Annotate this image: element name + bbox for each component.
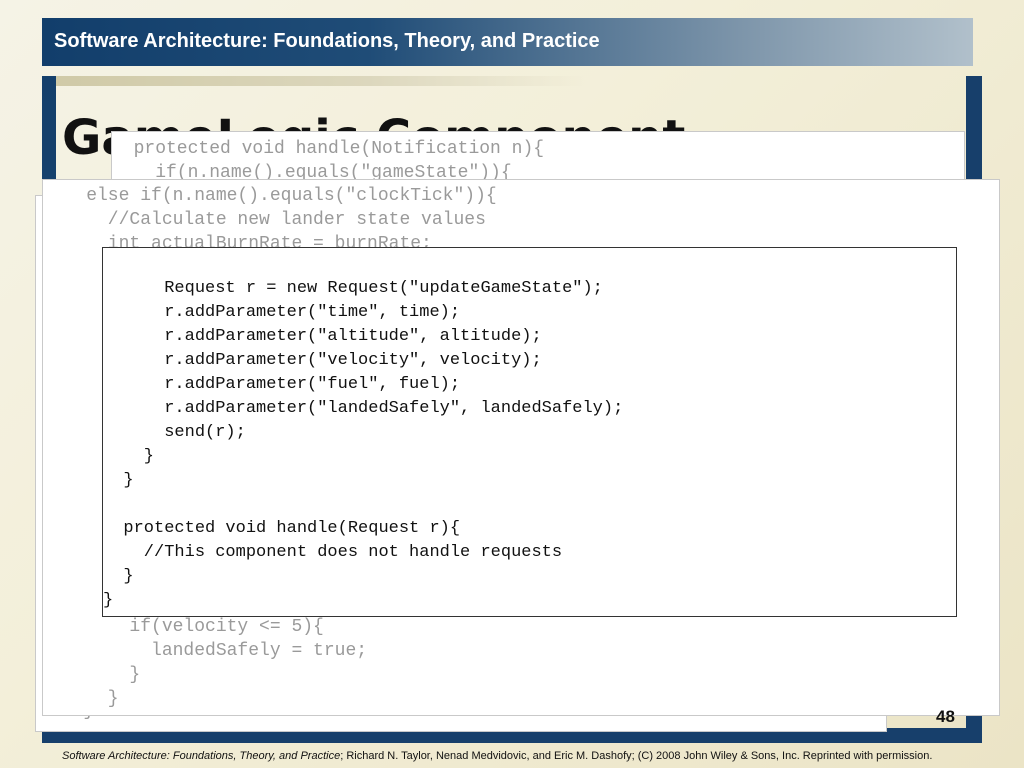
code-line: protected void handle(Notification n){	[112, 139, 545, 159]
code-line: r.addParameter("altitude", altitude);	[103, 327, 542, 346]
code-line: protected void handle(Request r){	[103, 519, 461, 538]
code-line: //This component does not handle request…	[103, 543, 563, 562]
footer-book-title: Software Architecture: Foundations, Theo…	[62, 750, 341, 762]
code-line: send(r);	[103, 423, 246, 442]
code-line: }	[103, 567, 134, 586]
code-line: }	[43, 665, 141, 685]
code-box-send-request: Request r = new Request("updateGameState…	[102, 247, 957, 617]
code-line: landedSafely = true;	[43, 641, 368, 661]
code-line: Request r = new Request("updateGameState…	[103, 279, 603, 298]
code-line: }	[103, 471, 134, 490]
page-number: 48	[936, 707, 955, 726]
code-line: }	[43, 689, 119, 709]
code-line: }	[103, 447, 155, 466]
footer-citation-text: ; Richard N. Taylor, Nenad Medvidovic, a…	[340, 750, 933, 762]
code-line: r.addParameter("landedSafely", landedSaf…	[103, 399, 624, 418]
code-line: if(velocity <= 5){	[43, 617, 324, 637]
footer-citation: Software Architecture: Foundations, Theo…	[62, 750, 932, 762]
code-line: else if(n.name().equals("clockTick")){	[43, 186, 497, 206]
code-line: }	[103, 591, 114, 610]
header-bar: Software Architecture: Foundations, Theo…	[42, 18, 973, 66]
code-line: //Calculate new lander state values	[43, 210, 486, 230]
code-line: r.addParameter("time", time);	[103, 303, 461, 322]
code-line: r.addParameter("fuel", fuel);	[103, 375, 461, 394]
header-title: Software Architecture: Foundations, Theo…	[54, 30, 600, 52]
code-line: r.addParameter("velocity", velocity);	[103, 351, 542, 370]
header-rule	[42, 76, 587, 86]
